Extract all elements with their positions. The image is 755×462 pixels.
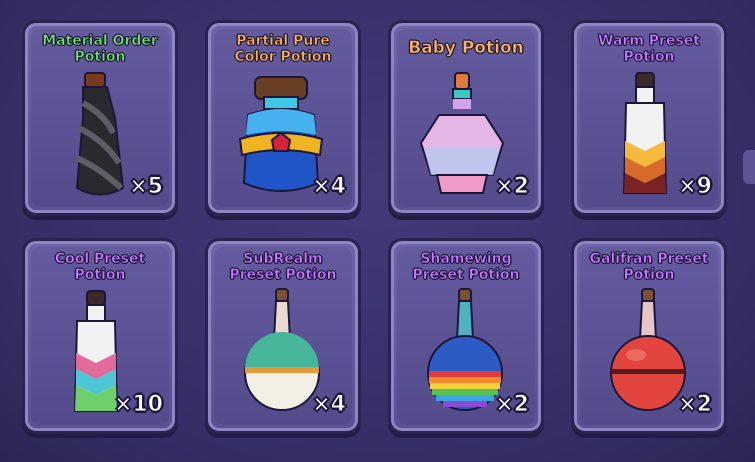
- inventory-panel: Material Order Potion ×5 Partial Pure Colo…: [0, 0, 755, 462]
- item-name: Shamewing Preset Potion: [412, 251, 520, 284]
- inventory-slot-shamewing-preset-potion[interactable]: Shamewing Preset Potion ×2: [388, 238, 544, 434]
- item-name: Partial Pure Color Potion: [234, 33, 332, 66]
- item-count: ×2: [495, 392, 530, 418]
- item-count: ×4: [312, 392, 347, 418]
- item-count: ×5: [129, 174, 164, 200]
- potion-grid: Material Order Potion ×5 Partial Pure Colo…: [22, 20, 727, 434]
- inventory-slot-baby-potion[interactable]: Baby Potion ×2: [388, 20, 544, 216]
- item-name: SubRealm Preset Potion: [229, 251, 337, 284]
- inventory-slot-material-order-potion[interactable]: Material Order Potion ×5: [22, 20, 178, 216]
- inventory-slot-galifran-preset-potion[interactable]: Galifran Preset Potion ×2: [571, 238, 727, 434]
- item-count: ×2: [495, 174, 530, 200]
- item-name: Warm Preset Potion: [598, 33, 701, 66]
- item-name: Cool Preset Potion: [54, 251, 146, 284]
- inventory-slot-subrealm-preset-potion[interactable]: SubRealm Preset Potion ×4: [205, 238, 361, 434]
- item-count: ×10: [113, 392, 163, 418]
- item-count: ×4: [312, 174, 347, 200]
- inventory-slot-cool-preset-potion[interactable]: Cool Preset Potion ×10: [22, 238, 178, 434]
- inventory-slot-partial-pure-color-potion[interactable]: Partial Pure Color Potion ×4: [205, 20, 361, 216]
- inventory-slot-warm-preset-potion[interactable]: Warm Preset Potion ×9: [571, 20, 727, 216]
- item-count: ×2: [678, 392, 713, 418]
- item-name: Material Order Potion: [42, 33, 158, 66]
- scroll-tab[interactable]: [743, 150, 755, 184]
- item-name: Galifran Preset Potion: [589, 251, 709, 284]
- item-name: Baby Potion: [408, 38, 524, 58]
- item-count: ×9: [678, 174, 713, 200]
